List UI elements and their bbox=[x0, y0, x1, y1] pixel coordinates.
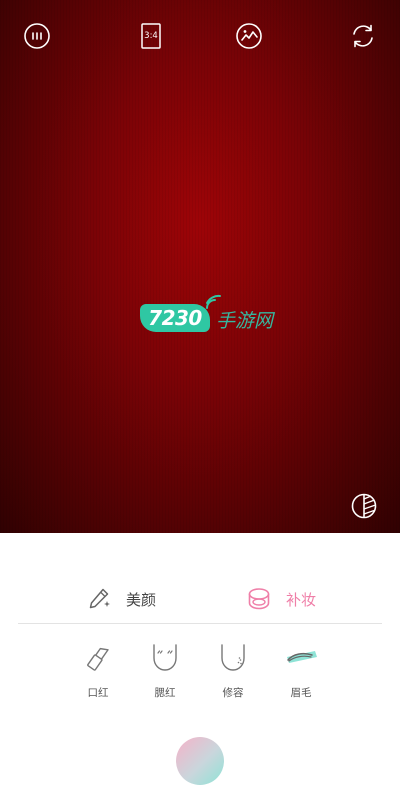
bottom-panel: 美颜 补妆 口红 腮红 修容 眉毛 bbox=[0, 533, 400, 800]
contour-icon bbox=[221, 644, 245, 671]
camera-preview[interactable]: 3:4 7230 手游网 bbox=[0, 0, 400, 533]
tab-makeup-label: 补妆 bbox=[286, 590, 317, 609]
makeup-item-label: 口红 bbox=[87, 687, 109, 699]
lipstick-icon bbox=[87, 647, 109, 671]
tab-beauty-label: 美颜 bbox=[126, 590, 157, 609]
makeup-item-blush[interactable]: 腮红 bbox=[135, 641, 195, 701]
makeup-item-label: 腮红 bbox=[154, 687, 176, 699]
menu-button[interactable] bbox=[23, 22, 51, 50]
watermark-text: 手游网 bbox=[216, 310, 274, 332]
makeup-item-eyebrow[interactable]: 眉毛 bbox=[271, 641, 331, 701]
wand-icon bbox=[89, 588, 110, 609]
mode-tabs: 美颜 补妆 bbox=[0, 583, 400, 615]
flip-camera-button[interactable] bbox=[349, 22, 377, 50]
blush-icon bbox=[153, 644, 177, 671]
makeup-items: 口红 腮红 修容 眉毛 bbox=[0, 641, 400, 701]
top-toolbar: 3:4 bbox=[0, 0, 400, 72]
tab-makeup[interactable]: 补妆 bbox=[246, 583, 316, 615]
menu-dots-icon bbox=[24, 23, 50, 49]
shutter-button[interactable] bbox=[176, 737, 224, 785]
tab-beauty[interactable]: 美颜 bbox=[86, 583, 156, 615]
compact-icon bbox=[248, 588, 270, 610]
album-button[interactable] bbox=[235, 22, 263, 50]
aspect-ratio-button[interactable]: 3:4 bbox=[137, 22, 165, 50]
aspect-ratio-label: 3:4 bbox=[144, 31, 158, 41]
watermark-badge: 7230 bbox=[140, 304, 210, 332]
eyebrow-icon bbox=[287, 651, 317, 663]
makeup-item-label: 眉毛 bbox=[290, 687, 312, 699]
flip-camera-icon bbox=[353, 24, 373, 48]
divider bbox=[18, 623, 382, 624]
makeup-item-label: 修容 bbox=[222, 687, 244, 699]
makeup-item-contour[interactable]: 修容 bbox=[203, 641, 263, 701]
site-watermark: 7230 手游网 bbox=[140, 294, 290, 342]
image-icon bbox=[236, 23, 262, 49]
contrast-button[interactable] bbox=[350, 492, 378, 520]
makeup-item-lipstick[interactable]: 口红 bbox=[68, 641, 128, 701]
contrast-icon bbox=[351, 493, 377, 519]
